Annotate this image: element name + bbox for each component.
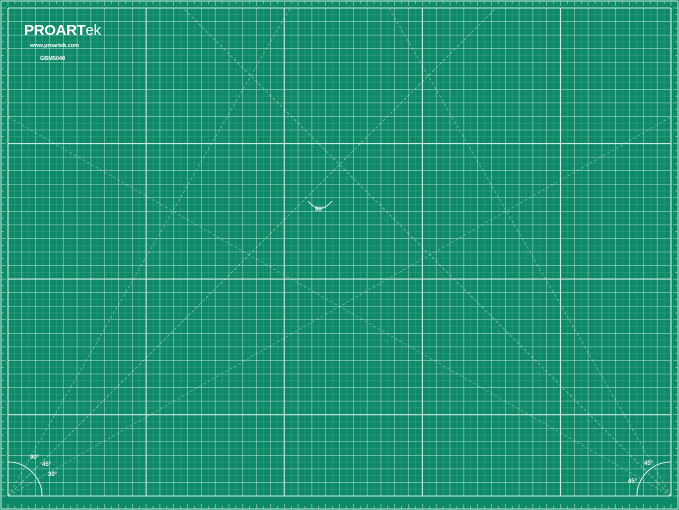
logo-art: ART (55, 22, 86, 39)
angle-label-45-bottom: 45° (628, 479, 638, 485)
brand-block: PROARTek www.proartek.com GBM5048 (24, 22, 106, 66)
brand-website: www.proartek.com (30, 43, 80, 49)
brand-logo: PROARTek (24, 22, 101, 40)
angle-label-45-left: 45° (42, 462, 52, 468)
model-number: GBM5048 (40, 56, 66, 62)
center-angle-label: 90° (315, 207, 325, 213)
angle-label-90: 90° (30, 455, 40, 461)
angle-label-30: 30° (48, 472, 58, 478)
cutting-mat (0, 0, 679, 510)
logo-pro: PRO (24, 22, 56, 39)
angle-label-45-right: 45° (644, 461, 654, 467)
logo-tail: ek (85, 22, 102, 39)
